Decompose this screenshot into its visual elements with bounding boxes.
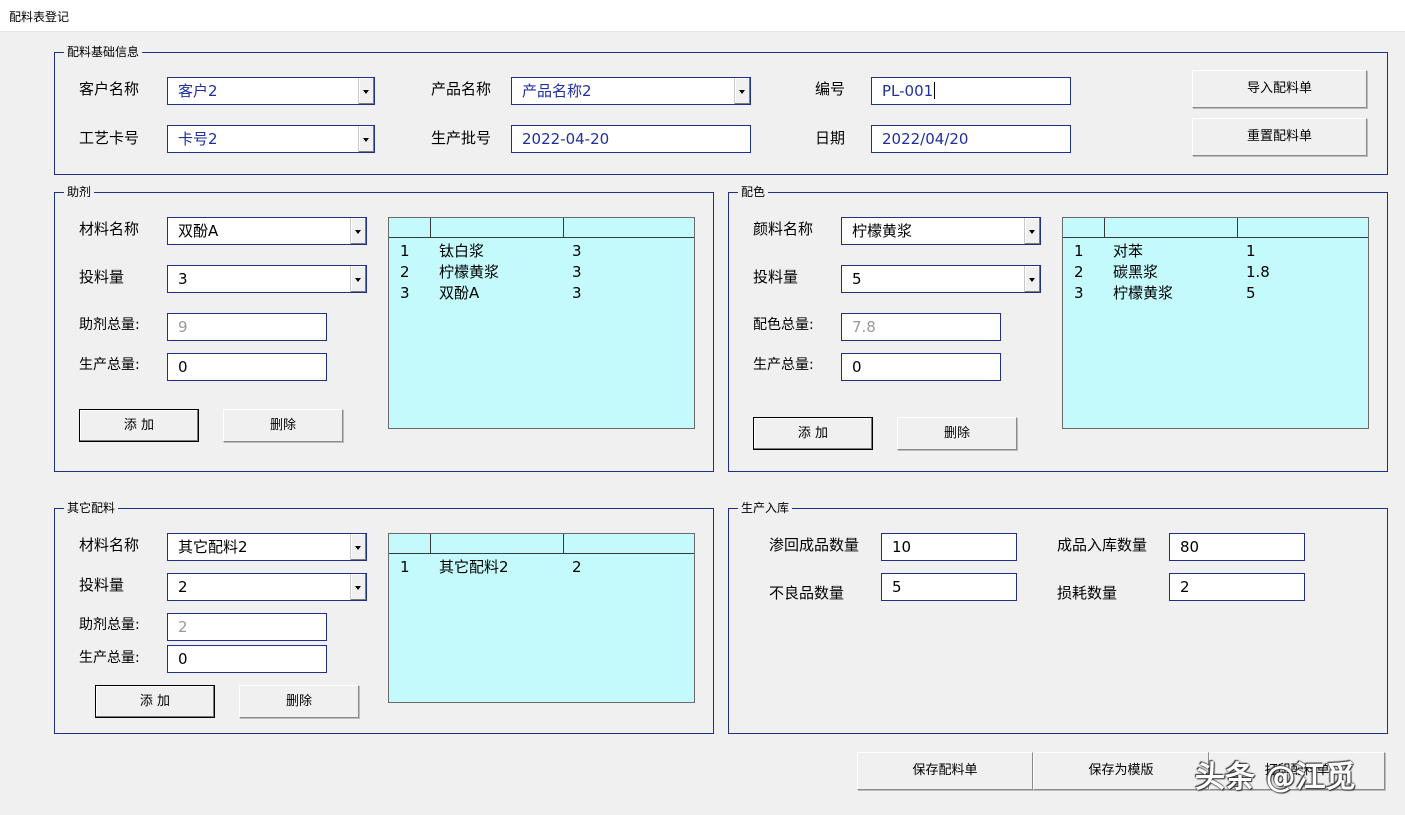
list-item[interactable]: 1 对苯 1 — [1063, 241, 1368, 262]
other-material-select[interactable]: 其它配料2 — [167, 533, 367, 561]
color-qty-label: 投料量 — [753, 268, 799, 286]
list-item[interactable]: 3 柠檬黄浆 5 — [1063, 283, 1368, 304]
color-add-button[interactable]: 添 加 — [753, 417, 873, 450]
color-total-label: 配色总量: — [753, 317, 814, 333]
pigment-value: 柠檬黄浆 — [852, 222, 913, 240]
color-legend: 配色 — [738, 185, 769, 199]
other-add-button[interactable]: 添 加 — [95, 685, 215, 718]
card-select[interactable]: 卡号2 — [167, 125, 375, 153]
chevron-down-icon[interactable] — [350, 534, 366, 560]
chevron-down-icon[interactable] — [1024, 218, 1040, 244]
chevron-down-icon[interactable] — [1024, 266, 1040, 292]
other-prod-total-label: 生产总量: — [79, 650, 140, 666]
additive-material-label: 材料名称 — [79, 220, 140, 238]
card-label: 工艺卡号 — [79, 129, 140, 147]
color-prod-total-input[interactable]: 0 — [841, 353, 1001, 381]
import-recipe-button[interactable]: 导入配料单 — [1192, 70, 1367, 108]
returned-label: 渗回成品数量 — [769, 536, 860, 554]
other-material-label: 材料名称 — [79, 536, 140, 554]
additive-qty-value: 3 — [178, 270, 188, 288]
card-value: 卡号2 — [178, 130, 218, 148]
customer-label: 客户名称 — [79, 80, 140, 98]
defect-input[interactable]: 5 — [881, 573, 1017, 601]
other-list[interactable]: 1 其它配料2 2 — [388, 533, 695, 703]
additive-total-label: 助剂总量: — [79, 317, 140, 333]
date-input[interactable]: 2022/04/20 — [871, 125, 1071, 153]
additive-total-input[interactable]: 9 — [167, 313, 327, 341]
color-total-input[interactable]: 7.8 — [841, 313, 1001, 341]
stored-label: 成品入库数量 — [1057, 536, 1148, 554]
list-item[interactable]: 3 双酚A 3 — [389, 283, 694, 304]
list-item[interactable]: 1 钛白浆 3 — [389, 241, 694, 262]
chevron-down-icon[interactable] — [358, 126, 374, 152]
returned-input[interactable]: 10 — [881, 533, 1017, 561]
batch-label: 生产批号 — [431, 129, 492, 147]
batch-input[interactable]: 2022-04-20 — [511, 125, 751, 153]
loss-input[interactable]: 2 — [1169, 573, 1305, 601]
product-value: 产品名称2 — [522, 82, 592, 100]
list-item[interactable]: 2 碳黑浆 1.8 — [1063, 262, 1368, 283]
color-list[interactable]: 1 对苯 1 2 碳黑浆 1.8 3 柠檬黄浆 5 — [1062, 217, 1369, 429]
additive-legend: 助剂 — [64, 185, 95, 199]
other-total-label: 助剂总量: — [79, 617, 140, 633]
chevron-down-icon[interactable] — [350, 266, 366, 292]
other-qty-value: 2 — [178, 578, 188, 596]
code-label: 编号 — [815, 80, 846, 98]
additive-prod-total-label: 生产总量: — [79, 357, 140, 373]
color-list-header — [1063, 218, 1368, 238]
window-titlebar: 配料表登记 — [0, 0, 1405, 32]
other-delete-button[interactable]: 删除 — [239, 685, 359, 718]
product-label: 产品名称 — [431, 80, 492, 98]
other-list-header — [389, 534, 694, 554]
code-input[interactable]: PL-001 — [871, 77, 1071, 105]
color-prod-total-label: 生产总量: — [753, 357, 814, 373]
list-item[interactable]: 1 其它配料2 2 — [389, 557, 694, 578]
code-value: PL-001 — [882, 82, 934, 100]
loss-label: 损耗数量 — [1057, 584, 1118, 602]
pigment-label: 颜料名称 — [753, 220, 814, 238]
color-delete-button[interactable]: 删除 — [897, 417, 1017, 450]
watermark: 头条 @江觅 — [1195, 760, 1356, 795]
additive-material-select[interactable]: 双酚A — [167, 217, 367, 245]
save-template-button[interactable]: 保存为模版 — [1033, 752, 1209, 790]
basic-info-group: 配料基础信息 — [54, 45, 1388, 175]
other-qty-select[interactable]: 2 — [167, 573, 367, 601]
window-title: 配料表登记 — [9, 10, 70, 24]
pigment-select[interactable]: 柠檬黄浆 — [841, 217, 1041, 245]
defect-label: 不良品数量 — [769, 584, 845, 602]
additive-delete-button[interactable]: 删除 — [223, 409, 343, 442]
additive-list-header — [389, 218, 694, 238]
save-recipe-button[interactable]: 保存配料单 — [857, 752, 1033, 790]
reset-recipe-button[interactable]: 重置配料单 — [1192, 118, 1367, 156]
list-item[interactable]: 2 柠檬黄浆 3 — [389, 262, 694, 283]
additive-material-value: 双酚A — [178, 222, 219, 240]
customer-value: 客户2 — [178, 82, 218, 100]
product-select[interactable]: 产品名称2 — [511, 77, 751, 105]
other-prod-total-input[interactable]: 0 — [167, 645, 327, 673]
chevron-down-icon[interactable] — [350, 218, 366, 244]
color-qty-select[interactable]: 5 — [841, 265, 1041, 293]
chevron-down-icon[interactable] — [734, 78, 750, 104]
chevron-down-icon[interactable] — [350, 574, 366, 600]
color-qty-value: 5 — [852, 270, 862, 288]
additive-prod-total-input[interactable]: 0 — [167, 353, 327, 381]
additive-add-button[interactable]: 添 加 — [79, 409, 199, 442]
chevron-down-icon[interactable] — [358, 78, 374, 104]
other-material-value: 其它配料2 — [178, 538, 248, 556]
other-total-input[interactable]: 2 — [167, 613, 327, 641]
other-legend: 其它配料 — [64, 501, 119, 515]
additive-qty-select[interactable]: 3 — [167, 265, 367, 293]
customer-select[interactable]: 客户2 — [167, 77, 375, 105]
basic-info-legend: 配料基础信息 — [64, 45, 143, 59]
additive-list[interactable]: 1 钛白浆 3 2 柠檬黄浆 3 3 双酚A 3 — [388, 217, 695, 429]
additive-qty-label: 投料量 — [79, 268, 125, 286]
warehouse-legend: 生产入库 — [738, 501, 793, 515]
text-caret — [934, 82, 936, 99]
stored-input[interactable]: 80 — [1169, 533, 1305, 561]
date-label: 日期 — [815, 129, 846, 147]
other-qty-label: 投料量 — [79, 576, 125, 594]
